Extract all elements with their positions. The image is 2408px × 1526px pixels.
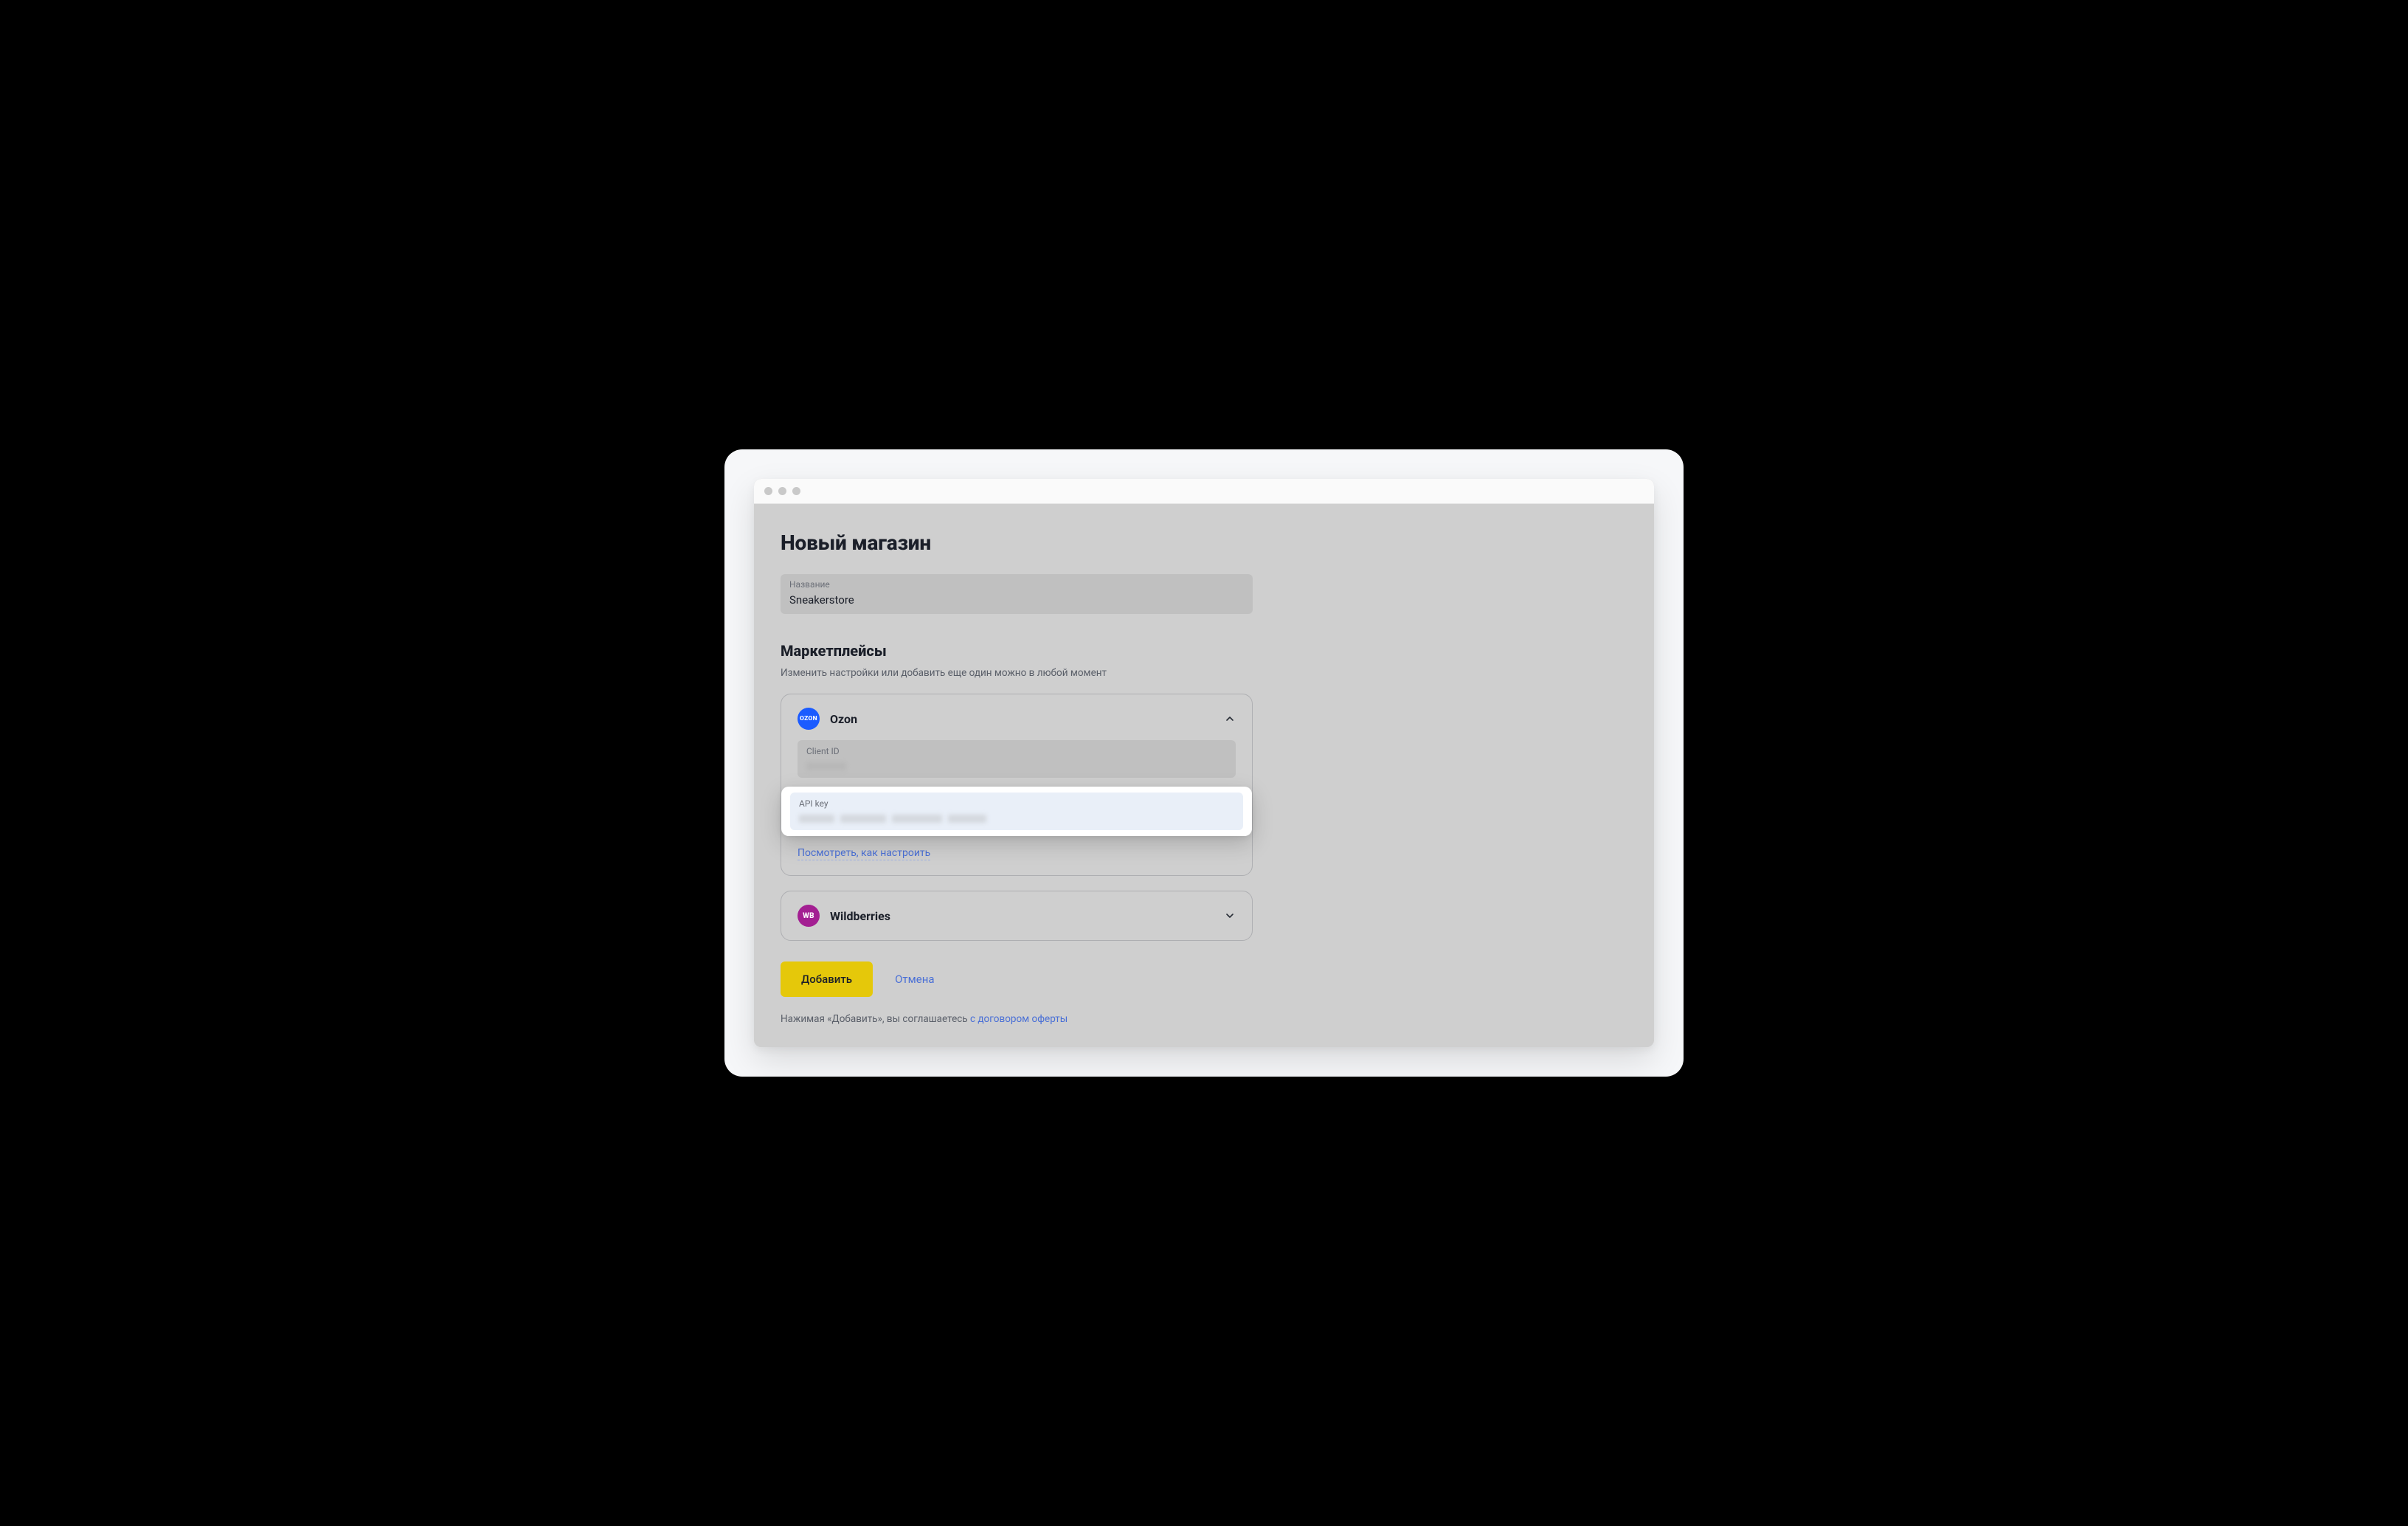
add-button[interactable]: Добавить bbox=[781, 961, 873, 997]
browser-window: Новый магазин Название Маркетплейсы Изме… bbox=[754, 479, 1654, 1047]
ozon-title: Ozon bbox=[830, 712, 1214, 726]
ozon-client-id-field[interactable]: Client ID bbox=[798, 740, 1236, 778]
chevron-up-icon bbox=[1224, 713, 1236, 725]
ozon-api-key-field[interactable]: API key bbox=[790, 793, 1243, 830]
wildberries-logo-icon: WB bbox=[798, 905, 820, 927]
ozon-api-key-highlight: API key bbox=[781, 787, 1252, 836]
marketplaces-subtitle: Изменить настройки или добавить еще один… bbox=[781, 667, 1627, 679]
wildberries-title: Wildberries bbox=[830, 909, 1214, 923]
window-maximize-icon[interactable] bbox=[792, 487, 800, 495]
ozon-api-key-label: API key bbox=[799, 798, 1234, 809]
traffic-lights bbox=[764, 487, 800, 495]
ozon-client-id-value-redacted bbox=[806, 762, 1227, 770]
marketplaces-title: Маркетплейсы bbox=[781, 642, 1627, 660]
page-title: Новый магазин bbox=[781, 531, 1627, 555]
ozon-client-id-label: Client ID bbox=[806, 746, 1227, 756]
store-name-label: Название bbox=[789, 580, 1244, 589]
form-actions: Добавить Отмена bbox=[781, 961, 1627, 997]
cancel-button[interactable]: Отмена bbox=[895, 973, 934, 986]
chevron-down-icon bbox=[1224, 910, 1236, 922]
ozon-logo-icon: OZON bbox=[798, 708, 820, 730]
outer-card: Новый магазин Название Маркетплейсы Изме… bbox=[724, 449, 1684, 1077]
store-name-input[interactable] bbox=[789, 593, 1244, 607]
legal-text: Нажимая «Добавить», вы соглашаетесь с до… bbox=[781, 1013, 1627, 1025]
window-close-icon[interactable] bbox=[764, 487, 772, 495]
offer-agreement-link[interactable]: с договором оферты bbox=[970, 1013, 1068, 1025]
page-body: Новый магазин Название Маркетплейсы Изме… bbox=[754, 504, 1654, 1047]
legal-prefix: Нажимая «Добавить», вы соглашаетесь bbox=[781, 1013, 970, 1025]
browser-titlebar bbox=[754, 479, 1654, 504]
wildberries-header[interactable]: WB Wildberries bbox=[798, 905, 1236, 927]
ozon-how-to-link[interactable]: Посмотреть, как настроить bbox=[798, 847, 930, 860]
ozon-api-key-value-redacted bbox=[799, 815, 1234, 823]
window-minimize-icon[interactable] bbox=[778, 487, 786, 495]
wildberries-card: WB Wildberries bbox=[781, 891, 1253, 941]
ozon-card: OZON Ozon Client ID API key bbox=[781, 694, 1253, 876]
store-name-field[interactable]: Название bbox=[781, 574, 1253, 614]
ozon-body: Client ID API key bbox=[798, 740, 1236, 859]
ozon-header[interactable]: OZON Ozon bbox=[798, 708, 1236, 730]
